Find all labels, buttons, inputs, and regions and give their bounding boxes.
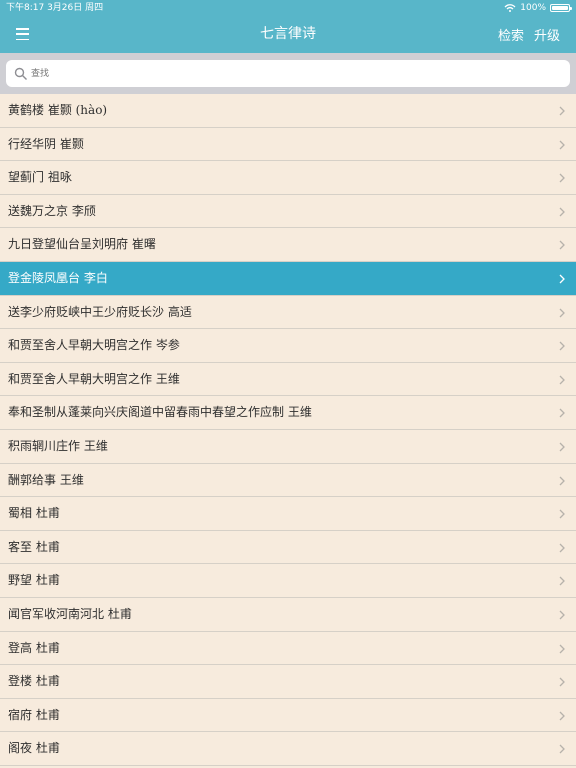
search-icon bbox=[14, 67, 27, 80]
list-item-title: 登高 杜甫 bbox=[8, 640, 60, 655]
list-item-title: 九日登望仙台呈刘明府 崔曙 bbox=[8, 237, 156, 252]
list-item[interactable]: 积雨辋川庄作 王维 bbox=[0, 430, 576, 464]
chevron-right-icon bbox=[559, 576, 565, 586]
list-item-title: 黄鹤楼 崔颢 (hào) bbox=[8, 103, 108, 117]
list-item[interactable]: 行经华阴 崔颢 bbox=[0, 128, 576, 162]
list-item-title: 奉和圣制从蓬莱向兴庆阁道中留春雨中春望之作应制 王维 bbox=[8, 405, 312, 420]
status-right: 100% bbox=[504, 0, 572, 16]
chevron-right-icon bbox=[559, 308, 565, 318]
chevron-right-icon bbox=[559, 543, 565, 553]
list-item[interactable]: 野望 杜甫 bbox=[0, 564, 576, 598]
list-item-title: 闻官军收河南河北 杜甫 bbox=[8, 606, 132, 621]
chevron-right-icon bbox=[559, 677, 565, 687]
list-item[interactable]: 和贾至舍人早朝大明宫之作 王维 bbox=[0, 363, 576, 397]
list-item-title: 行经华阴 崔颢 bbox=[8, 136, 84, 151]
list-item[interactable]: 登金陵凤凰台 李白 bbox=[0, 261, 576, 296]
battery-percent: 100% bbox=[520, 3, 546, 13]
list-item-title: 送李少府贬峡中王少府贬长沙 高适 bbox=[8, 304, 192, 319]
wifi-icon bbox=[504, 4, 516, 12]
list-item[interactable]: 客至 杜甫 bbox=[0, 531, 576, 565]
chevron-right-icon bbox=[559, 509, 565, 519]
list-item-title: 积雨辋川庄作 王维 bbox=[8, 438, 108, 453]
search-box[interactable] bbox=[6, 60, 570, 87]
page-title: 七言律诗 bbox=[260, 26, 316, 42]
status-bar: 下午8:17 3月26日 周四 100% bbox=[0, 0, 576, 16]
list-item[interactable]: 酬郭给事 王维 bbox=[0, 464, 576, 498]
chevron-right-icon bbox=[559, 274, 565, 284]
list-item[interactable]: 宿府 杜甫 bbox=[0, 699, 576, 733]
list-item-title: 和贾至舍人早朝大明宫之作 岑参 bbox=[8, 338, 180, 353]
chevron-right-icon bbox=[559, 341, 565, 351]
upgrade-button[interactable]: 升级 bbox=[534, 25, 560, 44]
nav-actions: 检索 升级 bbox=[498, 16, 560, 53]
list-item[interactable]: 登高 杜甫 bbox=[0, 632, 576, 666]
chevron-right-icon bbox=[559, 644, 565, 653]
list-item-title: 登楼 杜甫 bbox=[8, 674, 60, 689]
list-item[interactable]: 蜀相 杜甫 bbox=[0, 497, 576, 531]
list-item[interactable]: 阁夜 杜甫 bbox=[0, 732, 576, 766]
list-item-title: 送魏万之京 李颀 bbox=[8, 203, 96, 218]
list-item[interactable]: 和贾至舍人早朝大明宫之作 岑参 bbox=[0, 329, 576, 363]
list-item-title: 野望 杜甫 bbox=[8, 573, 60, 588]
top-bar: 下午8:17 3月26日 周四 100% 七言律诗 检索 升级 bbox=[0, 0, 576, 53]
search-bar bbox=[0, 53, 576, 94]
list-item[interactable]: 奉和圣制从蓬莱向兴庆阁道中留春雨中春望之作应制 王维 bbox=[0, 396, 576, 430]
list-item-title: 宿府 杜甫 bbox=[8, 707, 60, 722]
list-item-title: 蜀相 杜甫 bbox=[8, 506, 60, 521]
chevron-right-icon bbox=[559, 240, 565, 250]
chevron-right-icon bbox=[559, 711, 565, 721]
navbar: 七言律诗 检索 升级 bbox=[0, 16, 576, 53]
list-item[interactable]: 送魏万之京 李颀 bbox=[0, 195, 576, 229]
list-item[interactable]: 闻官军收河南河北 杜甫 bbox=[0, 598, 576, 632]
list-item-title: 客至 杜甫 bbox=[8, 539, 60, 554]
poem-list: 黄鹤楼 崔颢 (hào) 行经华阴 崔颢 望蓟门 祖咏送魏万之京 李颀九日登望仙台呈… bbox=[0, 94, 576, 766]
list-item-title: 阁夜 杜甫 bbox=[8, 741, 60, 756]
list-item[interactable]: 登楼 杜甫 bbox=[0, 665, 576, 699]
list-item[interactable]: 望蓟门 祖咏 bbox=[0, 161, 576, 195]
search-input[interactable] bbox=[31, 64, 562, 83]
list-item[interactable]: 九日登望仙台呈刘明府 崔曙 bbox=[0, 228, 576, 262]
list-item-title: 和贾至舍人早朝大明宫之作 王维 bbox=[8, 371, 180, 386]
chevron-right-icon bbox=[559, 744, 565, 754]
chevron-right-icon bbox=[559, 442, 565, 452]
chevron-right-icon bbox=[559, 375, 565, 385]
list-item-title: 望蓟门 祖咏 bbox=[8, 170, 72, 185]
chevron-right-icon bbox=[559, 610, 565, 620]
list-item[interactable]: 黄鹤楼 崔颢 (hào) bbox=[0, 94, 576, 128]
chevron-right-icon bbox=[559, 207, 565, 217]
search-button[interactable]: 检索 bbox=[498, 25, 524, 44]
chevron-right-icon bbox=[559, 106, 565, 116]
chevron-right-icon bbox=[559, 140, 565, 150]
list-item-title: 酬郭给事 王维 bbox=[8, 472, 84, 487]
list-item[interactable]: 送李少府贬峡中王少府贬长沙 高适 bbox=[0, 296, 576, 330]
status-time-date: 下午8:17 3月26日 周四 bbox=[6, 3, 104, 13]
chevron-right-icon bbox=[559, 408, 565, 418]
chevron-right-icon bbox=[559, 173, 565, 183]
chevron-right-icon bbox=[559, 476, 565, 485]
battery-icon bbox=[550, 4, 572, 12]
list-item-title: 登金陵凤凰台 李白 bbox=[8, 270, 108, 285]
